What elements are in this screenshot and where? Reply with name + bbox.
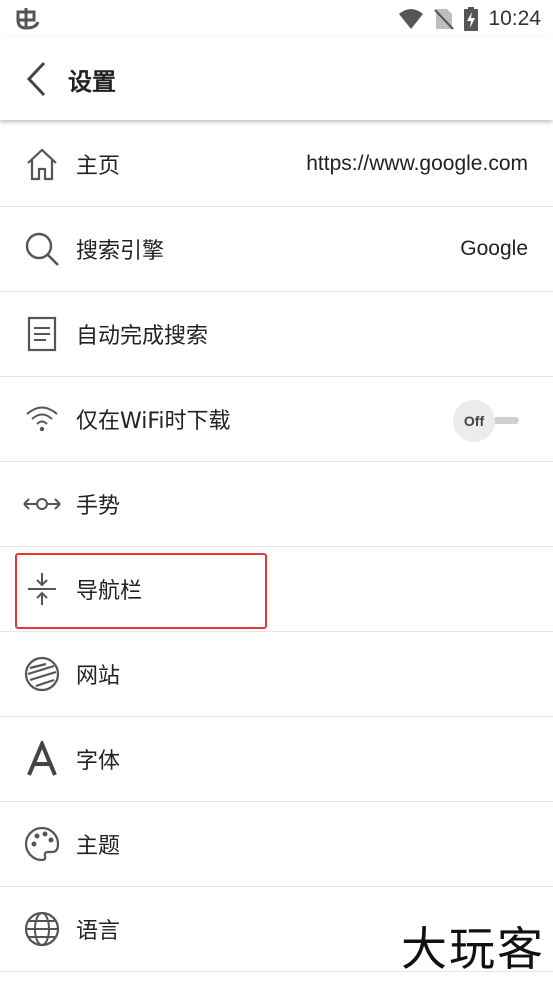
page-title: 设置 xyxy=(68,68,116,96)
wifi-only-toggle[interactable]: Off xyxy=(453,398,523,442)
setting-label: 网站 xyxy=(76,664,121,689)
setting-font[interactable]: 字体 xyxy=(0,717,553,802)
setting-value: Google xyxy=(460,237,528,260)
gesture-icon xyxy=(22,484,62,524)
bug-notification-icon xyxy=(14,6,42,32)
setting-homepage[interactable]: 主页 https://www.google.com xyxy=(0,122,553,207)
website-icon xyxy=(22,654,62,694)
wifi-icon xyxy=(22,399,62,439)
setting-label: 语言 xyxy=(76,919,121,944)
document-icon xyxy=(22,314,62,354)
setting-label: 字体 xyxy=(76,749,121,774)
app-bar: 设置 xyxy=(0,38,553,120)
watermark: 大玩客 xyxy=(401,922,545,976)
setting-label: 搜索引擎 xyxy=(76,239,165,264)
battery-charging-icon xyxy=(464,7,479,31)
navbar-icon xyxy=(22,569,62,609)
setting-label: 仅在WiFi时下载 xyxy=(76,409,231,434)
toggle-thumb: Off xyxy=(453,400,495,442)
setting-theme[interactable]: 主题 xyxy=(0,802,553,887)
home-icon xyxy=(22,144,62,184)
setting-label: 导航栏 xyxy=(76,579,143,604)
palette-icon xyxy=(22,824,62,864)
settings-list: 主页 https://www.google.com 搜索引擎 Google 自动… xyxy=(0,122,553,972)
setting-value: https://www.google.com xyxy=(306,152,528,175)
setting-autocomplete[interactable]: 自动完成搜索 xyxy=(0,292,553,377)
setting-wifi-only[interactable]: 仅在WiFi时下载 Off xyxy=(0,377,553,462)
no-sim-icon xyxy=(434,7,455,31)
setting-websites[interactable]: 网站 xyxy=(0,632,553,717)
globe-icon xyxy=(22,909,62,949)
font-icon xyxy=(22,739,62,779)
setting-gestures[interactable]: 手势 xyxy=(0,462,553,547)
setting-label: 主页 xyxy=(76,154,121,179)
setting-navigation-bar[interactable]: 导航栏 xyxy=(0,547,553,632)
setting-label: 自动完成搜索 xyxy=(76,324,209,349)
back-arrow-icon[interactable] xyxy=(24,60,52,98)
setting-label: 主题 xyxy=(76,834,121,859)
status-bar: 10:24 xyxy=(0,0,553,38)
clock: 10:24 xyxy=(488,7,541,30)
search-icon xyxy=(22,229,62,269)
setting-search-engine[interactable]: 搜索引擎 Google xyxy=(0,207,553,292)
wifi-icon xyxy=(398,8,424,30)
setting-label: 手势 xyxy=(76,494,121,519)
